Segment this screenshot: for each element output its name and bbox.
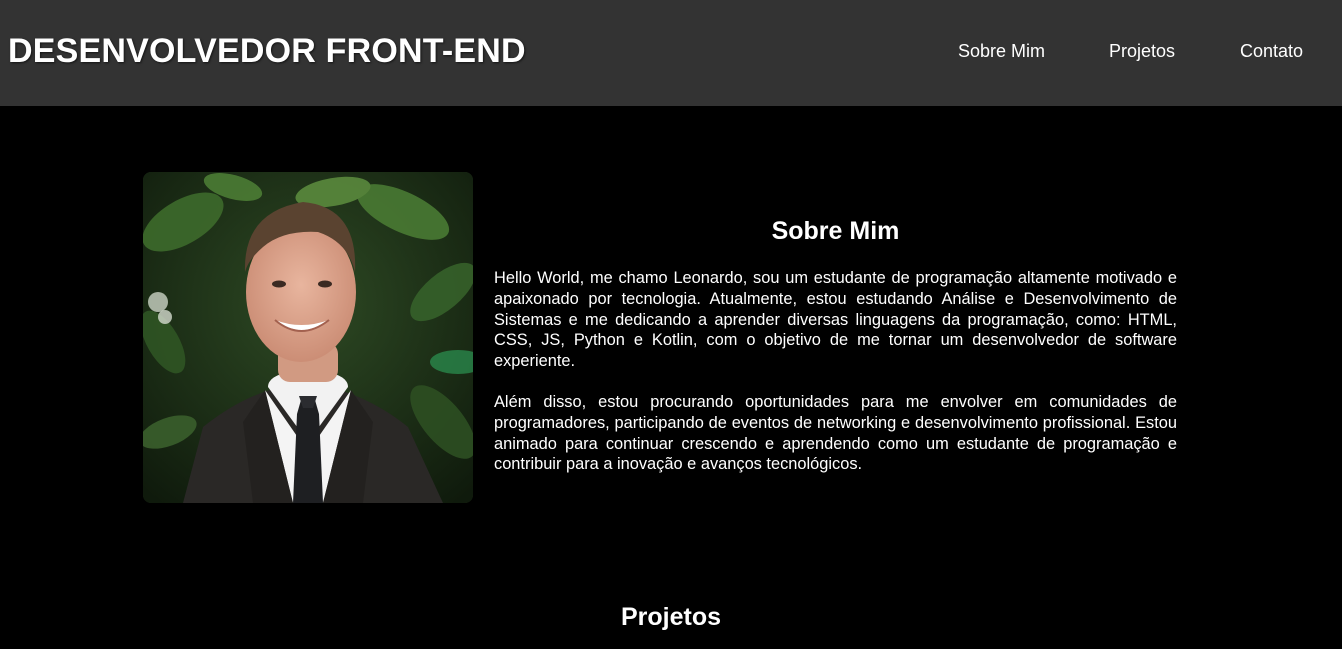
site-header: DESENVOLVEDOR FRONT-END Sobre Mim Projet… xyxy=(0,0,1342,106)
projects-section-title: Projetos xyxy=(620,603,722,631)
nav-link-sobre-mim[interactable]: Sobre Mim xyxy=(958,40,1045,62)
about-section-title: Sobre Mim xyxy=(771,217,900,245)
about-paragraph-2: Além disso, estou procurando oportunidad… xyxy=(494,393,1177,474)
nav-link-projetos[interactable]: Projetos xyxy=(1109,40,1175,62)
nav-link-contato[interactable]: Contato xyxy=(1240,40,1303,62)
profile-photo-illustration xyxy=(143,172,473,503)
profile-photo xyxy=(143,172,473,503)
about-paragraph-1: Hello World, me chamo Leonardo, sou um e… xyxy=(494,269,1177,371)
site-title: DESENVOLVEDOR FRONT-END xyxy=(8,32,526,70)
